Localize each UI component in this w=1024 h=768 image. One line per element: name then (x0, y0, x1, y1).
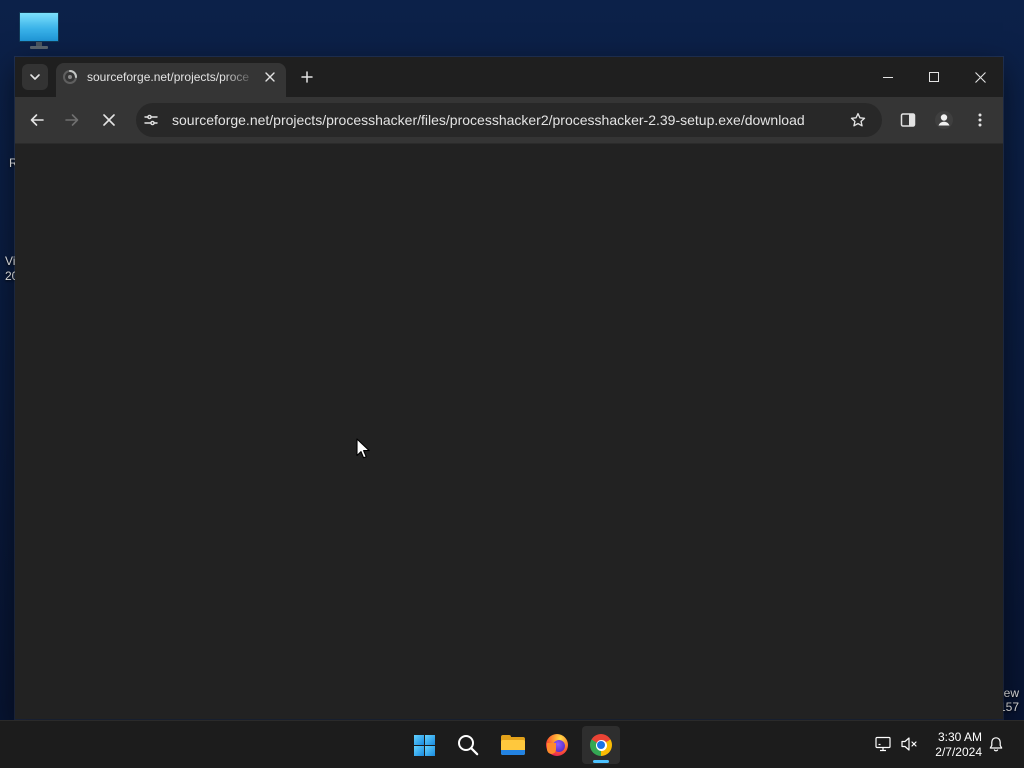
star-outline-icon (850, 112, 866, 127)
mouse-cursor-icon (356, 438, 370, 459)
network-tray-button[interactable] (871, 732, 895, 756)
tab-close-button[interactable] (260, 67, 280, 87)
firefox-tail (547, 743, 556, 754)
profile-icon (935, 111, 953, 129)
arrow-left-icon (30, 114, 44, 126)
windows-logo-icon (413, 734, 435, 756)
file-explorer-icon (501, 735, 525, 755)
url-text[interactable]: sourceforge.net/projects/processhacker/f… (172, 103, 832, 137)
site-info-button[interactable] (139, 108, 163, 132)
close-window-button[interactable] (957, 57, 1003, 97)
profile-button[interactable] (928, 104, 960, 136)
close-icon (265, 72, 275, 82)
file-explorer-button[interactable] (493, 725, 533, 765)
maximize-button[interactable] (911, 57, 957, 97)
chrome-browser-window: sourceforge.net/projects/proce sourcefor… (15, 57, 1003, 719)
stop-loading-button[interactable] (93, 104, 125, 136)
volume-muted-icon (901, 737, 917, 751)
active-tab[interactable]: sourceforge.net/projects/proce (56, 63, 286, 97)
bookmark-button[interactable] (844, 106, 872, 134)
windows-logo-tile (424, 734, 435, 745)
windows-logo-tile (413, 745, 424, 756)
back-button[interactable] (21, 104, 53, 136)
forward-button[interactable] (56, 104, 88, 136)
new-tab-button[interactable] (293, 63, 321, 91)
tab-strip: sourceforge.net/projects/proce (15, 57, 1003, 97)
clock-date: 2/7/2024 (935, 745, 982, 759)
notifications-button[interactable] (986, 734, 1006, 754)
page-content-area[interactable] (15, 144, 1003, 719)
taskbar-clock[interactable]: 3:30 AM 2/7/2024 (928, 727, 982, 763)
taskbar: 3:30 AM 2/7/2024 (0, 720, 1024, 768)
minimize-button[interactable] (865, 57, 911, 97)
desktop-label-fragment[interactable]: Vi (5, 254, 15, 268)
monitor-base (30, 46, 48, 49)
minimize-icon (883, 77, 893, 78)
search-icon (458, 735, 479, 756)
this-pc-desktop-icon[interactable] (17, 9, 61, 49)
maximize-icon (929, 72, 939, 82)
loading-throbber-icon (63, 70, 77, 84)
monitor-screen (19, 12, 59, 42)
windows-logo-tile (424, 745, 435, 756)
plus-icon (301, 71, 313, 83)
folder-strip (501, 750, 525, 755)
tab-search-button[interactable] (22, 64, 48, 90)
chrome-icon (590, 734, 612, 756)
browser-menu-button[interactable] (964, 104, 996, 136)
taskbar-search-button[interactable] (448, 725, 488, 765)
tab-title: sourceforge.net/projects/proce (87, 70, 250, 84)
chrome-button[interactable] (582, 726, 620, 764)
active-app-indicator (593, 760, 609, 763)
volume-tray-button[interactable] (897, 732, 921, 756)
clock-time: 3:30 AM (937, 730, 982, 744)
browser-toolbar: sourceforge.net/projects/processhacker/f… (15, 97, 1003, 144)
network-monitor-icon (875, 736, 891, 752)
windows-logo-tile (413, 734, 424, 745)
start-button[interactable] (404, 725, 444, 765)
firefox-button[interactable] (537, 725, 577, 765)
desktop-watermark-fragment: ew (1003, 686, 1019, 700)
stop-loading-icon (103, 114, 115, 126)
side-panel-button[interactable] (892, 104, 924, 136)
side-panel-icon (900, 113, 916, 127)
close-icon (974, 71, 986, 83)
tune-icon (144, 114, 158, 126)
chrome-logo-center (597, 741, 605, 749)
chevron-down-icon (30, 74, 40, 80)
arrow-right-icon (65, 114, 79, 126)
kebab-menu-icon (978, 113, 982, 127)
address-bar[interactable]: sourceforge.net/projects/processhacker/f… (136, 103, 882, 137)
bell-icon (989, 737, 1003, 752)
firefox-icon (546, 734, 568, 756)
